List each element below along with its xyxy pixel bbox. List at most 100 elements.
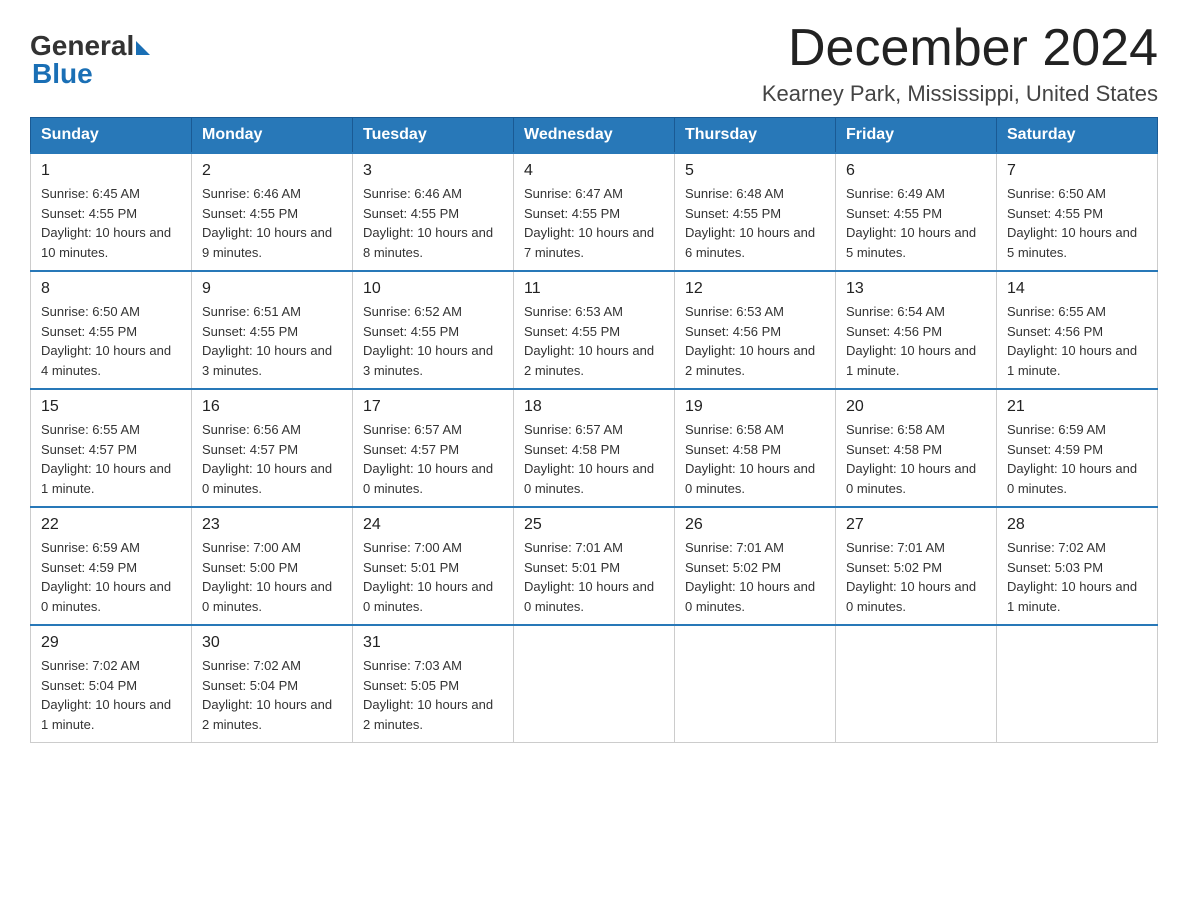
day-number: 9 xyxy=(202,280,342,298)
sunrise-label: Sunrise: 6:54 AM xyxy=(846,304,945,319)
day-number: 10 xyxy=(363,280,503,298)
day-info: Sunrise: 6:56 AM Sunset: 4:57 PM Dayligh… xyxy=(202,420,342,498)
daylight-label: Daylight: 10 hours and 0 minutes. xyxy=(685,579,815,614)
day-number: 18 xyxy=(524,398,664,416)
day-number: 30 xyxy=(202,634,342,652)
calendar-day-cell xyxy=(997,625,1158,743)
daylight-label: Daylight: 10 hours and 6 minutes. xyxy=(685,225,815,260)
day-number: 2 xyxy=(202,162,342,180)
daylight-label: Daylight: 10 hours and 5 minutes. xyxy=(1007,225,1137,260)
day-info: Sunrise: 6:57 AM Sunset: 4:57 PM Dayligh… xyxy=(363,420,503,498)
sunset-label: Sunset: 4:56 PM xyxy=(685,324,781,339)
daylight-label: Daylight: 10 hours and 0 minutes. xyxy=(685,461,815,496)
day-info: Sunrise: 6:47 AM Sunset: 4:55 PM Dayligh… xyxy=(524,184,664,262)
sunrise-label: Sunrise: 7:00 AM xyxy=(202,540,301,555)
day-info: Sunrise: 6:59 AM Sunset: 4:59 PM Dayligh… xyxy=(41,538,181,616)
sunrise-label: Sunrise: 6:47 AM xyxy=(524,186,623,201)
daylight-label: Daylight: 10 hours and 0 minutes. xyxy=(363,461,493,496)
calendar-day-cell: 8 Sunrise: 6:50 AM Sunset: 4:55 PM Dayli… xyxy=(31,271,192,389)
day-info: Sunrise: 6:46 AM Sunset: 4:55 PM Dayligh… xyxy=(363,184,503,262)
sunrise-label: Sunrise: 6:45 AM xyxy=(41,186,140,201)
sunrise-label: Sunrise: 6:52 AM xyxy=(363,304,462,319)
calendar-day-cell: 2 Sunrise: 6:46 AM Sunset: 4:55 PM Dayli… xyxy=(192,153,353,271)
title-block: December 2024 Kearney Park, Mississippi,… xyxy=(762,20,1158,107)
sunset-label: Sunset: 4:56 PM xyxy=(846,324,942,339)
sunrise-label: Sunrise: 6:50 AM xyxy=(41,304,140,319)
day-number: 5 xyxy=(685,162,825,180)
calendar-table: Sunday Monday Tuesday Wednesday Thursday… xyxy=(30,117,1158,743)
sunrise-label: Sunrise: 7:01 AM xyxy=(846,540,945,555)
calendar-day-cell: 16 Sunrise: 6:56 AM Sunset: 4:57 PM Dayl… xyxy=(192,389,353,507)
day-number: 16 xyxy=(202,398,342,416)
sunset-label: Sunset: 4:57 PM xyxy=(202,442,298,457)
day-number: 25 xyxy=(524,516,664,534)
calendar-header-row: Sunday Monday Tuesday Wednesday Thursday… xyxy=(31,118,1158,154)
calendar-day-cell: 7 Sunrise: 6:50 AM Sunset: 4:55 PM Dayli… xyxy=(997,153,1158,271)
daylight-label: Daylight: 10 hours and 1 minute. xyxy=(1007,579,1137,614)
col-monday: Monday xyxy=(192,118,353,154)
daylight-label: Daylight: 10 hours and 1 minute. xyxy=(41,697,171,732)
daylight-label: Daylight: 10 hours and 0 minutes. xyxy=(846,579,976,614)
sunrise-label: Sunrise: 6:49 AM xyxy=(846,186,945,201)
calendar-week-row: 29 Sunrise: 7:02 AM Sunset: 5:04 PM Dayl… xyxy=(31,625,1158,743)
daylight-label: Daylight: 10 hours and 4 minutes. xyxy=(41,343,171,378)
day-number: 8 xyxy=(41,280,181,298)
sunset-label: Sunset: 4:55 PM xyxy=(524,206,620,221)
sunset-label: Sunset: 4:57 PM xyxy=(41,442,137,457)
page-subtitle: Kearney Park, Mississippi, United States xyxy=(762,81,1158,107)
sunset-label: Sunset: 4:55 PM xyxy=(685,206,781,221)
calendar-day-cell: 20 Sunrise: 6:58 AM Sunset: 4:58 PM Dayl… xyxy=(836,389,997,507)
sunset-label: Sunset: 4:55 PM xyxy=(41,206,137,221)
daylight-label: Daylight: 10 hours and 3 minutes. xyxy=(202,343,332,378)
logo-arrow-icon xyxy=(136,41,150,55)
calendar-day-cell: 4 Sunrise: 6:47 AM Sunset: 4:55 PM Dayli… xyxy=(514,153,675,271)
calendar-day-cell: 23 Sunrise: 7:00 AM Sunset: 5:00 PM Dayl… xyxy=(192,507,353,625)
calendar-week-row: 1 Sunrise: 6:45 AM Sunset: 4:55 PM Dayli… xyxy=(31,153,1158,271)
calendar-day-cell: 29 Sunrise: 7:02 AM Sunset: 5:04 PM Dayl… xyxy=(31,625,192,743)
sunrise-label: Sunrise: 7:02 AM xyxy=(41,658,140,673)
sunrise-label: Sunrise: 7:03 AM xyxy=(363,658,462,673)
sunset-label: Sunset: 4:56 PM xyxy=(1007,324,1103,339)
daylight-label: Daylight: 10 hours and 0 minutes. xyxy=(41,579,171,614)
calendar-day-cell: 12 Sunrise: 6:53 AM Sunset: 4:56 PM Dayl… xyxy=(675,271,836,389)
calendar-day-cell: 1 Sunrise: 6:45 AM Sunset: 4:55 PM Dayli… xyxy=(31,153,192,271)
sunset-label: Sunset: 5:05 PM xyxy=(363,678,459,693)
day-number: 13 xyxy=(846,280,986,298)
sunset-label: Sunset: 5:01 PM xyxy=(524,560,620,575)
calendar-week-row: 22 Sunrise: 6:59 AM Sunset: 4:59 PM Dayl… xyxy=(31,507,1158,625)
sunrise-label: Sunrise: 6:50 AM xyxy=(1007,186,1106,201)
sunrise-label: Sunrise: 6:59 AM xyxy=(1007,422,1106,437)
day-info: Sunrise: 6:58 AM Sunset: 4:58 PM Dayligh… xyxy=(685,420,825,498)
sunrise-label: Sunrise: 7:01 AM xyxy=(524,540,623,555)
day-info: Sunrise: 7:01 AM Sunset: 5:02 PM Dayligh… xyxy=(685,538,825,616)
daylight-label: Daylight: 10 hours and 0 minutes. xyxy=(363,579,493,614)
day-number: 1 xyxy=(41,162,181,180)
sunrise-label: Sunrise: 7:01 AM xyxy=(685,540,784,555)
sunset-label: Sunset: 5:03 PM xyxy=(1007,560,1103,575)
logo: General Blue xyxy=(30,30,150,90)
sunrise-label: Sunrise: 6:46 AM xyxy=(202,186,301,201)
sunrise-label: Sunrise: 6:59 AM xyxy=(41,540,140,555)
daylight-label: Daylight: 10 hours and 9 minutes. xyxy=(202,225,332,260)
calendar-day-cell: 22 Sunrise: 6:59 AM Sunset: 4:59 PM Dayl… xyxy=(31,507,192,625)
sunset-label: Sunset: 4:55 PM xyxy=(202,324,298,339)
calendar-day-cell: 27 Sunrise: 7:01 AM Sunset: 5:02 PM Dayl… xyxy=(836,507,997,625)
daylight-label: Daylight: 10 hours and 7 minutes. xyxy=(524,225,654,260)
col-friday: Friday xyxy=(836,118,997,154)
daylight-label: Daylight: 10 hours and 0 minutes. xyxy=(1007,461,1137,496)
col-sunday: Sunday xyxy=(31,118,192,154)
col-tuesday: Tuesday xyxy=(353,118,514,154)
calendar-day-cell: 17 Sunrise: 6:57 AM Sunset: 4:57 PM Dayl… xyxy=(353,389,514,507)
daylight-label: Daylight: 10 hours and 1 minute. xyxy=(1007,343,1137,378)
daylight-label: Daylight: 10 hours and 0 minutes. xyxy=(524,579,654,614)
day-info: Sunrise: 7:02 AM Sunset: 5:03 PM Dayligh… xyxy=(1007,538,1147,616)
calendar-day-cell: 9 Sunrise: 6:51 AM Sunset: 4:55 PM Dayli… xyxy=(192,271,353,389)
calendar-day-cell: 26 Sunrise: 7:01 AM Sunset: 5:02 PM Dayl… xyxy=(675,507,836,625)
sunset-label: Sunset: 4:55 PM xyxy=(363,324,459,339)
col-wednesday: Wednesday xyxy=(514,118,675,154)
day-info: Sunrise: 7:02 AM Sunset: 5:04 PM Dayligh… xyxy=(202,656,342,734)
sunrise-label: Sunrise: 7:02 AM xyxy=(202,658,301,673)
sunrise-label: Sunrise: 6:55 AM xyxy=(1007,304,1106,319)
day-info: Sunrise: 7:03 AM Sunset: 5:05 PM Dayligh… xyxy=(363,656,503,734)
day-info: Sunrise: 6:57 AM Sunset: 4:58 PM Dayligh… xyxy=(524,420,664,498)
